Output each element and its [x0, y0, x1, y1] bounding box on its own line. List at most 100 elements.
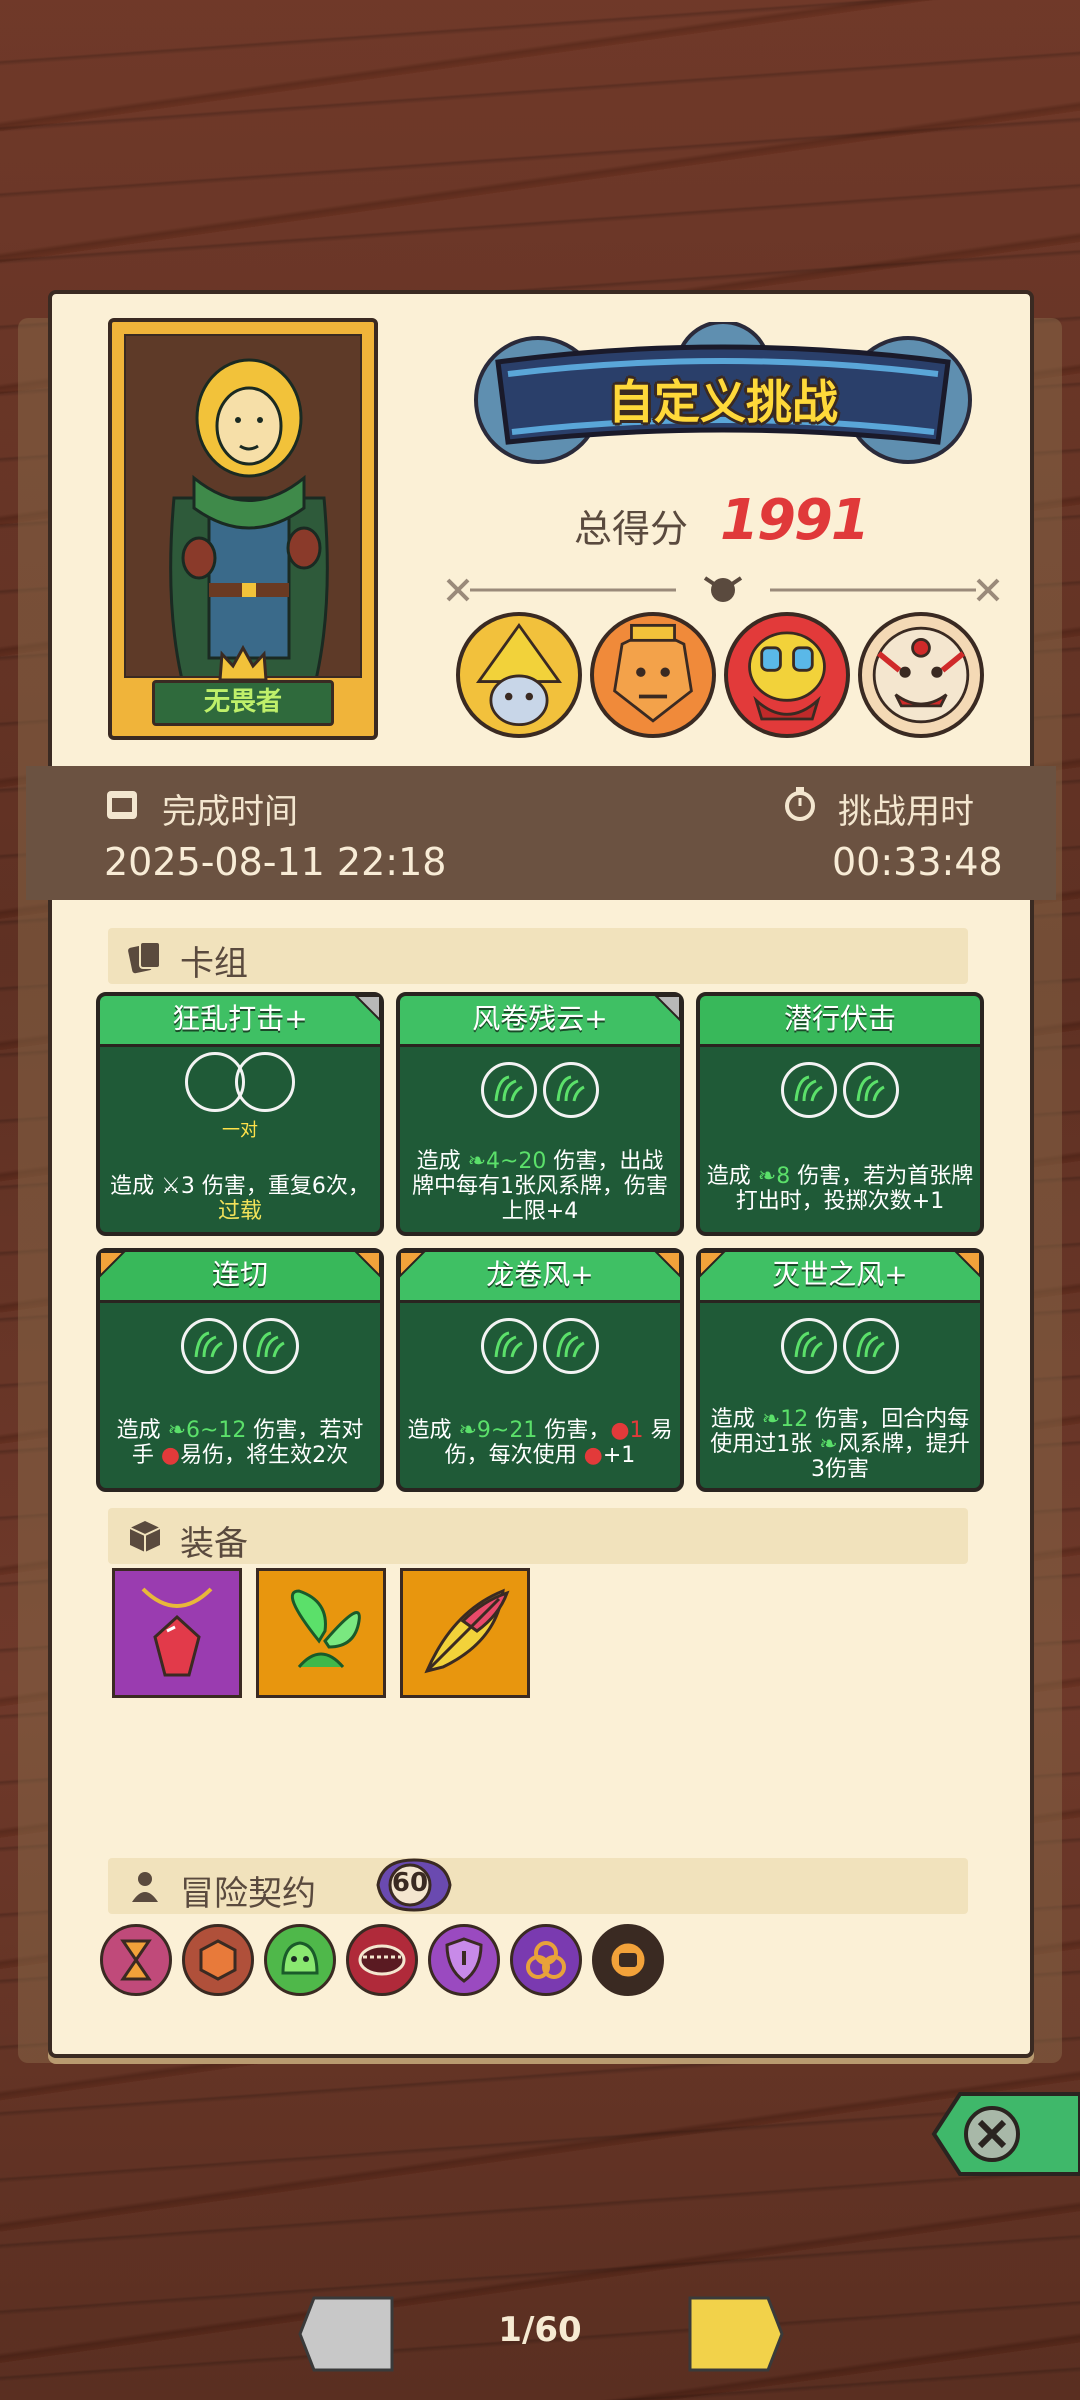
- finish-time-label: 完成时间: [162, 792, 298, 832]
- card-title: 连切: [100, 1252, 380, 1303]
- deck-card-3[interactable]: 潜行伏击 造成 ❧8 伤害，若为首张牌打出时，投掷次数+1: [696, 992, 984, 1236]
- prev-page-button[interactable]: [296, 2292, 398, 2376]
- rarity-corner-icon: [954, 1251, 981, 1278]
- orange-beast-icon: [613, 623, 693, 723]
- hourglass-contract-icon: [120, 1939, 152, 1981]
- hero-name-label: 无畏者: [152, 680, 334, 726]
- rarity-corner-icon: [699, 1251, 726, 1278]
- contract-level-value: 60: [391, 1868, 429, 1898]
- desc-text: 3 伤害，重复6次，: [180, 1174, 370, 1199]
- vulnerable-icon: ●: [160, 1443, 181, 1468]
- damage-value: 12: [780, 1407, 809, 1432]
- leaf-icon: ❧: [757, 1164, 777, 1189]
- card-description: 造成 ❧6~12 伤害，若对手 ●易伤，将生效2次: [106, 1418, 374, 1468]
- challenge-title: 自定义挑战: [608, 375, 838, 429]
- desc-text: +1: [602, 1443, 636, 1468]
- leaf-icon: ❧: [458, 1418, 477, 1443]
- yellow-skull-demon-icon: [748, 631, 826, 721]
- leaf-icon: ❧: [167, 1418, 186, 1443]
- equipment-slot-3[interactable]: [400, 1568, 530, 1698]
- wind-element-icon: [543, 1062, 599, 1118]
- calendar-icon: [107, 791, 137, 819]
- leaf-icon: ❧: [761, 1407, 781, 1432]
- boss-portrait-3[interactable]: [724, 612, 850, 738]
- deck-section-header: 卡组: [108, 928, 968, 984]
- wind-element-icon: [481, 1318, 537, 1374]
- equipment-slot-2[interactable]: [256, 1568, 386, 1698]
- red-gem-necklace-icon: [141, 1587, 213, 1677]
- rarity-corner-icon: [399, 1251, 426, 1278]
- finish-time-value: 2025-08-11 22:18: [104, 840, 447, 884]
- contract-section-header: 冒险契约: [108, 1858, 968, 1914]
- card-title: 潜行伏击: [700, 996, 980, 1047]
- card-title: 灭世之风+: [700, 1252, 980, 1303]
- card-title: 狂乱打击+: [100, 996, 380, 1047]
- deck-card-5[interactable]: 龙卷风+ 造成 ❧9~21 伤害，●1 易伤，每次使用 ●+1: [396, 1248, 684, 1492]
- card-dice-slots: [696, 1062, 984, 1118]
- contract-level-badge[interactable]: 60: [372, 1856, 456, 1914]
- desc-text: 造成: [416, 1149, 468, 1174]
- cards-icon: [128, 941, 161, 974]
- yellow-hat-witch-icon: [475, 622, 563, 727]
- equipment-title: 装备: [180, 1524, 248, 1564]
- boss-portrait-4[interactable]: [858, 612, 984, 738]
- hero-portrait-card[interactable]: 无畏者: [108, 318, 378, 740]
- desc-text: 造成: [706, 1164, 758, 1189]
- card-dice-slots: [696, 1318, 984, 1374]
- damage-range: 9~21: [476, 1418, 538, 1443]
- contract-item-1[interactable]: [100, 1924, 172, 1996]
- contract-title: 冒险契约: [180, 1874, 316, 1914]
- green-fairy-wings-icon: [290, 1589, 361, 1668]
- contract-item-5[interactable]: [428, 1924, 500, 1996]
- contract-item-4[interactable]: [346, 1924, 418, 1996]
- contract-item-3[interactable]: [264, 1924, 336, 1996]
- card-title: 风卷残云+: [400, 996, 680, 1047]
- wind-element-icon: [543, 1318, 599, 1374]
- red-oni-mask-icon: [872, 626, 970, 724]
- jaws-contract-icon: [358, 1944, 406, 1976]
- next-page-button[interactable]: [684, 2292, 786, 2376]
- crown-icon: [218, 644, 268, 682]
- wind-element-icon: [781, 1318, 837, 1374]
- page-indicator: 1/60: [498, 2310, 582, 2350]
- card-description: 造成 ❧12 伤害，回合内每使用过1张 ❧风系牌，提升3伤害: [706, 1407, 974, 1482]
- wind-element-icon: [181, 1318, 237, 1374]
- damage-range: 4~20: [486, 1149, 547, 1174]
- deck-card-2[interactable]: 风卷残云+ 造成 ❧4~20 伤害，出战牌中每有1张风系牌，伤害上限+4: [396, 992, 684, 1236]
- contract-item-2[interactable]: [182, 1924, 254, 1996]
- vulnerable-stacks: 1: [629, 1418, 644, 1443]
- close-button[interactable]: [920, 2086, 1080, 2182]
- card-description: 造成 ❧8 伤害，若为首张牌打出时，投掷次数+1: [706, 1164, 974, 1214]
- contract-item-7[interactable]: [592, 1924, 664, 1996]
- pair-label: 一对: [222, 1120, 258, 1141]
- wind-element-icon: [481, 1062, 537, 1118]
- hero-figure: [169, 358, 329, 676]
- rarity-corner-icon: [354, 1251, 381, 1278]
- desc-text: 伤害，: [537, 1418, 611, 1443]
- wind-element-icon: [781, 1062, 837, 1118]
- deck-card-6[interactable]: 灭世之风+ 造成 ❧12 伤害，回合内每使用过1张 ❧风系牌，提升3伤害: [696, 1248, 984, 1492]
- triquetra-contract-icon: [526, 1941, 566, 1979]
- equipment-slot-1[interactable]: [112, 1568, 242, 1698]
- score-label: 总得分: [574, 507, 689, 551]
- vulnerable-icon: ●: [583, 1443, 603, 1468]
- boss-portrait-1[interactable]: [456, 612, 582, 738]
- card-description: 造成 ⚔3 伤害，重复6次， 过载: [106, 1174, 374, 1224]
- card-description: 造成 ❧4~20 伤害，出战牌中每有1张风系牌，伤害上限+4: [406, 1149, 674, 1224]
- overload-keyword: 过载: [217, 1199, 262, 1224]
- contract-item-6[interactable]: [510, 1924, 582, 1996]
- time-info-bar: 完成时间 2025-08-11 22:18 挑战用时 00:33:48: [26, 766, 1056, 900]
- deck-card-4[interactable]: 连切 造成 ❧6~12 伤害，若对手 ●易伤，将生效2次: [96, 1248, 384, 1492]
- slime-contract-icon: [281, 1941, 319, 1975]
- box-icon: [129, 1521, 161, 1552]
- desc-text: 造成: [710, 1407, 762, 1432]
- leaf-icon: ❧: [467, 1149, 486, 1174]
- boss-portrait-2[interactable]: [590, 612, 716, 738]
- card-dice-slots: [96, 1052, 384, 1112]
- score-value: 1991: [720, 488, 870, 553]
- shield-contract-icon: [445, 1937, 483, 1983]
- desc-text: 造成: [407, 1418, 459, 1443]
- wind-element-icon: [843, 1318, 899, 1374]
- deck-card-1[interactable]: 狂乱打击+ 一对 造成 ⚔3 伤害，重复6次， 过载: [96, 992, 384, 1236]
- rarity-corner-icon: [654, 1251, 681, 1278]
